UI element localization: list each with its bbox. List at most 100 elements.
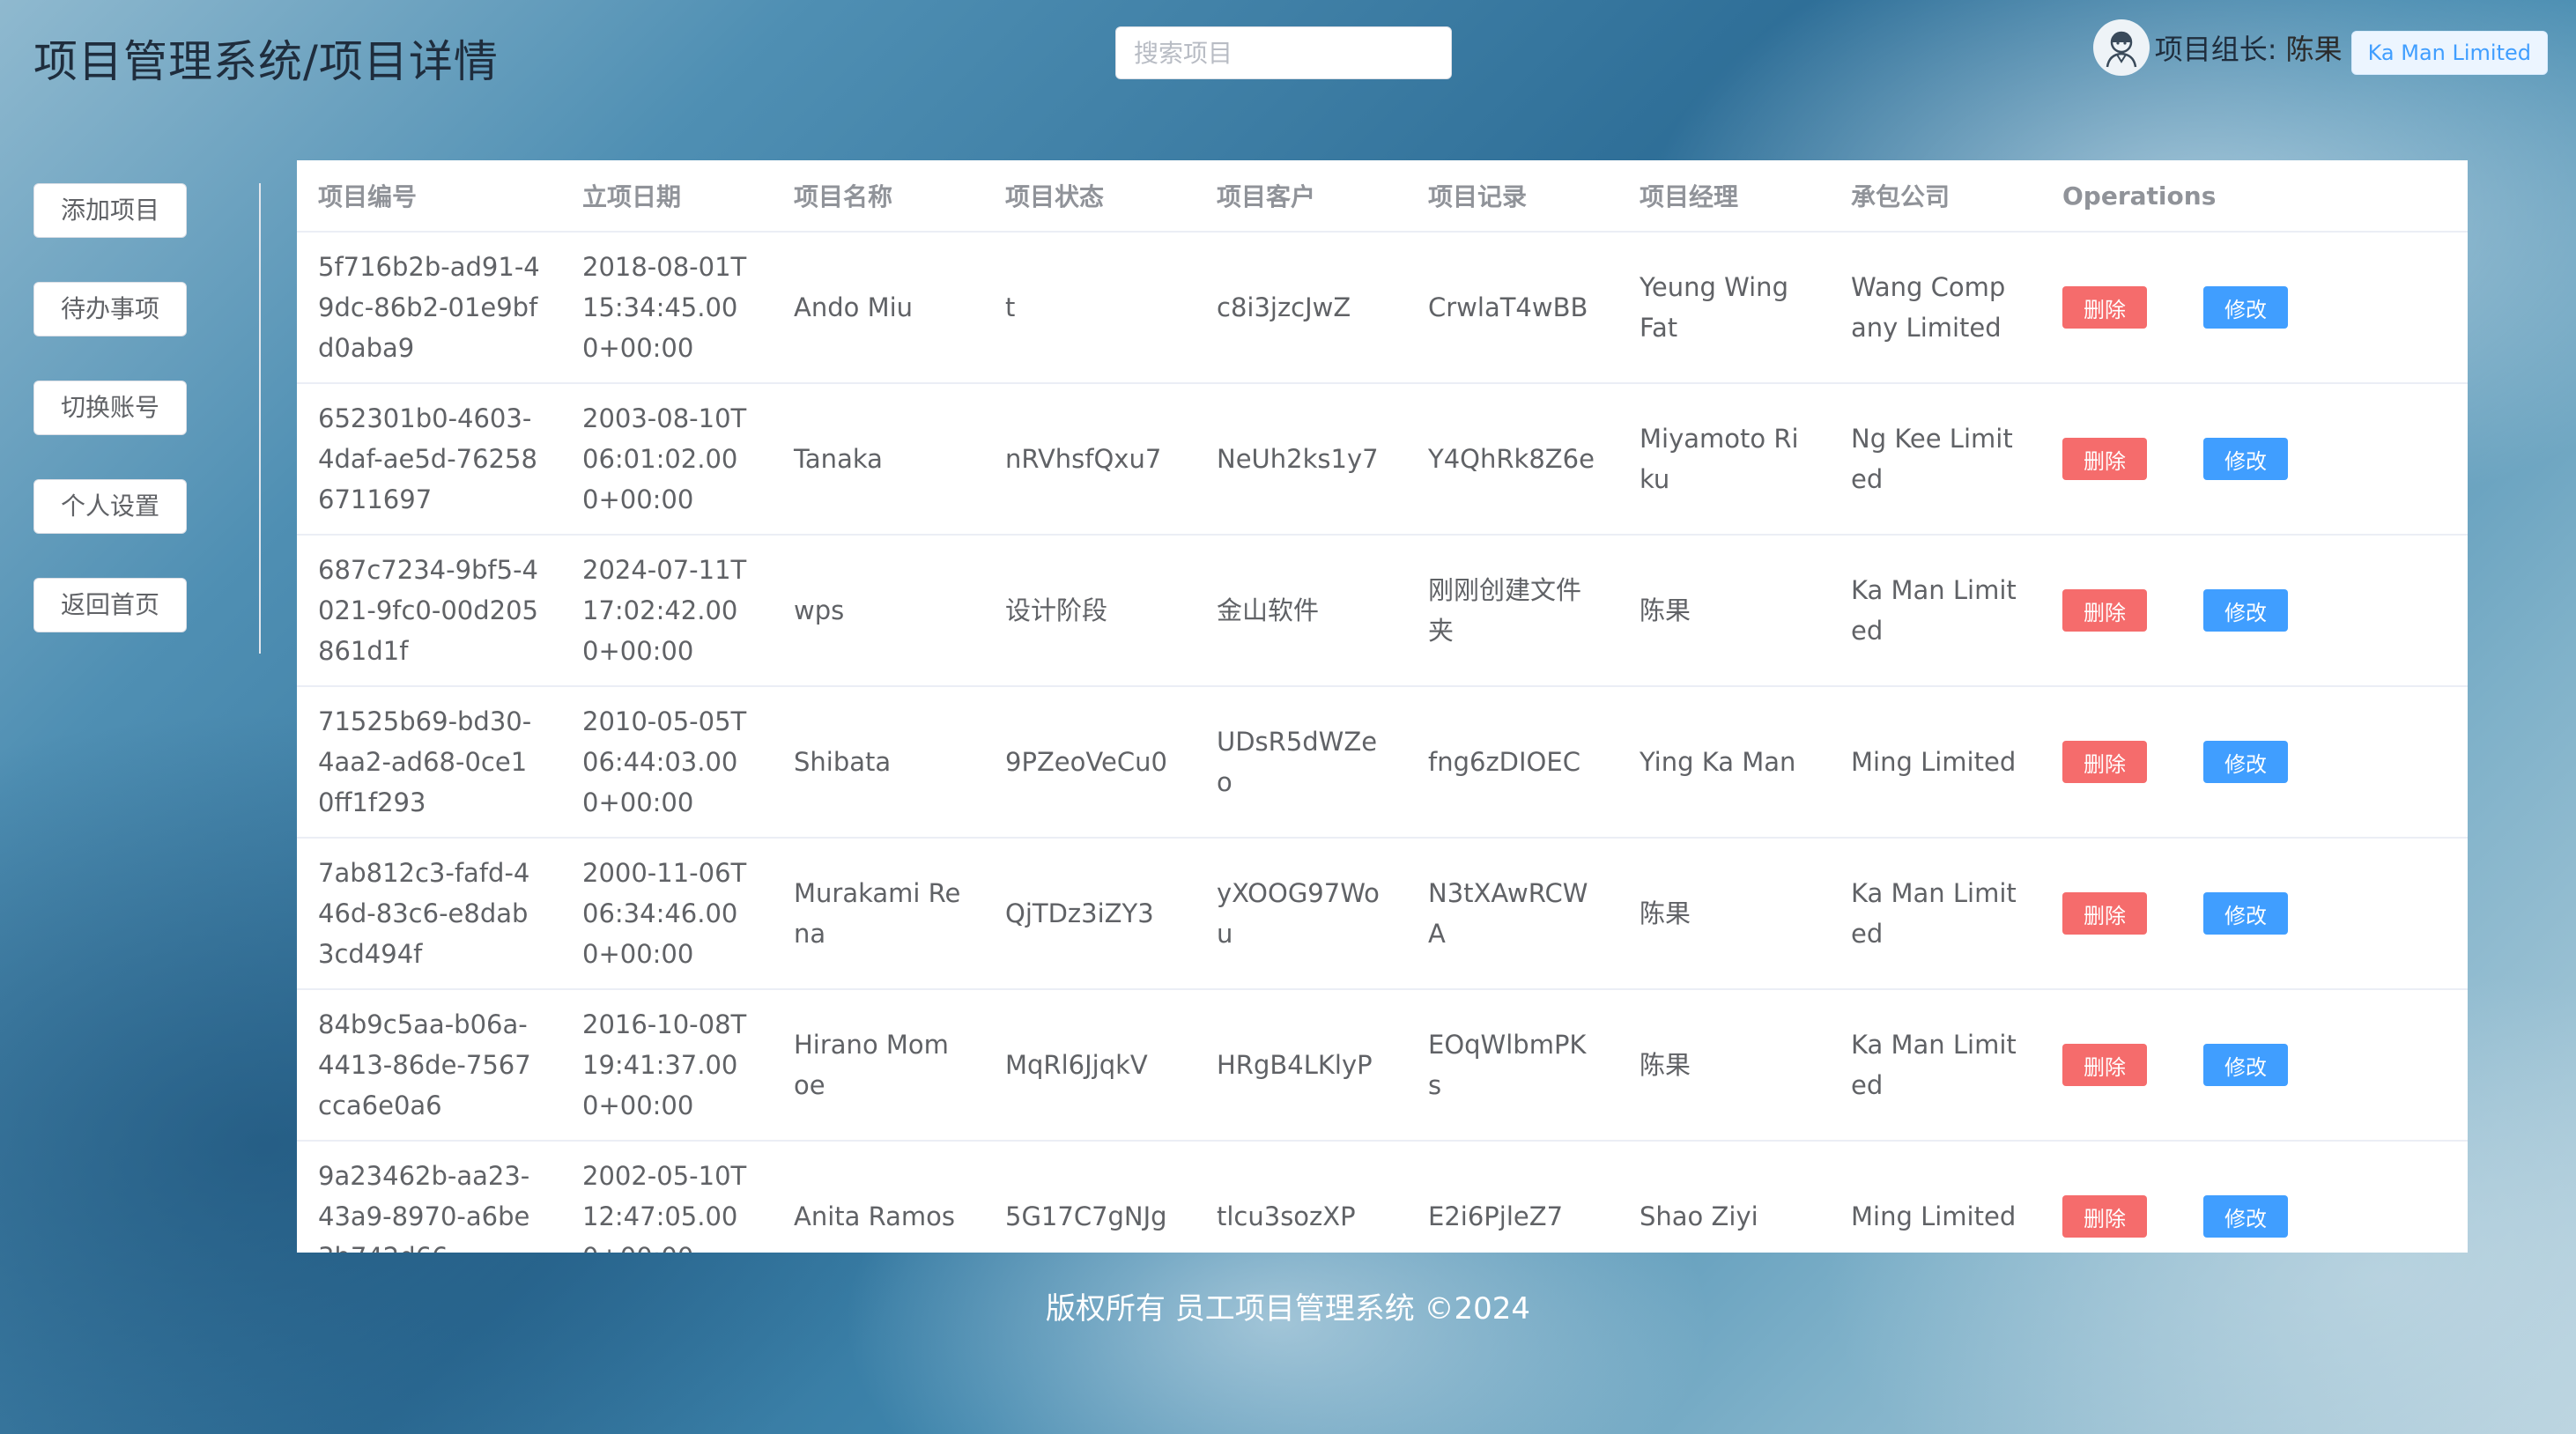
- cell-manager: 陈果: [1618, 838, 1830, 990]
- column-header-status: 项目状态: [984, 160, 1195, 233]
- cell-name: Ando Miu: [773, 232, 984, 384]
- cell-company: Ka Man Limited: [1830, 989, 2041, 1142]
- table-row: 71525b69-bd30-4aa2-ad68-0ce10ff1f293 201…: [297, 686, 2468, 839]
- edit-button[interactable]: 修改: [2203, 1044, 2288, 1086]
- cell-client: HRgB4LKlyP: [1195, 989, 1407, 1142]
- leader-name: 陈果: [2285, 33, 2343, 66]
- cell-operations: 删除 修改: [2041, 535, 2468, 687]
- cell-client: c8i3jzcJwZ: [1195, 232, 1407, 384]
- cell-record: Y4QhRk8Z6e: [1407, 383, 1618, 536]
- cell-status: 9PZeoVeCu0: [984, 686, 1195, 839]
- table-row: 652301b0-4603-4daf-ae5d-762586711697 200…: [297, 383, 2468, 536]
- column-header-manager: 项目经理: [1618, 160, 1830, 233]
- delete-button[interactable]: 删除: [2062, 286, 2147, 329]
- back-home-button[interactable]: 返回首页: [33, 578, 187, 632]
- cell-name: Tanaka: [773, 383, 984, 536]
- column-header-date: 立项日期: [561, 160, 773, 233]
- edit-button[interactable]: 修改: [2203, 741, 2288, 783]
- cell-company: Ka Man Limited: [1830, 838, 2041, 990]
- delete-button[interactable]: 删除: [2062, 1195, 2147, 1238]
- cell-client: UDsR5dWZeo: [1195, 686, 1407, 839]
- table-row: 687c7234-9bf5-4021-9fc0-00d205861d1f 202…: [297, 535, 2468, 687]
- table-header-row: 项目编号 立项日期 项目名称 项目状态 项目客户 项目记录 项目经理 承包公司 …: [297, 160, 2468, 233]
- edit-button[interactable]: 修改: [2203, 589, 2288, 632]
- cell-operations: 删除 修改: [2041, 989, 2468, 1142]
- column-header-name: 项目名称: [773, 160, 984, 233]
- column-header-record: 项目记录: [1407, 160, 1618, 233]
- switch-account-button[interactable]: 切换账号: [33, 381, 187, 435]
- cell-client: tlcu3sozXP: [1195, 1141, 1407, 1253]
- cell-date: 2018-08-01T15:34:45.000+00:00: [561, 232, 773, 384]
- edit-button[interactable]: 修改: [2203, 892, 2288, 935]
- edit-button[interactable]: 修改: [2203, 438, 2288, 480]
- cell-client: 金山软件: [1195, 535, 1407, 687]
- table-row: 9a23462b-aa23-43a9-8970-a6be3b742d66 200…: [297, 1141, 2468, 1253]
- sidebar: 添加项目 待办事项 切换账号 个人设置 返回首页: [33, 183, 261, 654]
- cell-manager: Ying Ka Man: [1618, 686, 1830, 839]
- delete-button[interactable]: 删除: [2062, 741, 2147, 783]
- cell-operations: 删除 修改: [2041, 838, 2468, 990]
- cell-record: fng6zDIOEC: [1407, 686, 1618, 839]
- cell-date: 2003-08-10T06:01:02.000+00:00: [561, 383, 773, 536]
- cell-status: QjTDz3iZY3: [984, 838, 1195, 990]
- user-area: 项目组长: 陈果 Ka Man Limited: [2092, 19, 2548, 76]
- cell-name: wps: [773, 535, 984, 687]
- cell-id: 5f716b2b-ad91-49dc-86b2-01e9bfd0aba9: [297, 232, 561, 384]
- column-header-company: 承包公司: [1830, 160, 2041, 233]
- table-row: 5f716b2b-ad91-49dc-86b2-01e9bfd0aba9 201…: [297, 232, 2468, 384]
- leader-label: 项目组长:: [2154, 33, 2277, 66]
- cell-manager: Yeung Wing Fat: [1618, 232, 1830, 384]
- cell-record: EOqWlbmPKs: [1407, 989, 1618, 1142]
- project-table: 项目编号 立项日期 项目名称 项目状态 项目客户 项目记录 项目经理 承包公司 …: [297, 160, 2468, 1253]
- cell-date: 2010-05-05T06:44:03.000+00:00: [561, 686, 773, 839]
- cell-client: NeUh2ks1y7: [1195, 383, 1407, 536]
- cell-company: Ka Man Limited: [1830, 535, 2041, 687]
- cell-date: 2024-07-11T17:02:42.000+00:00: [561, 535, 773, 687]
- edit-button[interactable]: 修改: [2203, 286, 2288, 329]
- column-header-operations: Operations: [2041, 160, 2468, 233]
- cell-record: N3tXAwRCWA: [1407, 838, 1618, 990]
- cell-company: Ng Kee Limited: [1830, 383, 2041, 536]
- cell-name: Hirano Momoe: [773, 989, 984, 1142]
- delete-button[interactable]: 删除: [2062, 1044, 2147, 1086]
- cell-manager: 陈果: [1618, 535, 1830, 687]
- column-header-client: 项目客户: [1195, 160, 1407, 233]
- cell-company: Wang Company Limited: [1830, 232, 2041, 384]
- delete-button[interactable]: 删除: [2062, 589, 2147, 632]
- todo-button[interactable]: 待办事项: [33, 282, 187, 336]
- cell-client: yXOOG97Wou: [1195, 838, 1407, 990]
- cell-status: t: [984, 232, 1195, 384]
- cell-company: Ming Limited: [1830, 686, 2041, 839]
- cell-name: Anita Ramos: [773, 1141, 984, 1253]
- cell-date: 2000-11-06T06:34:46.000+00:00: [561, 838, 773, 990]
- personal-settings-button[interactable]: 个人设置: [33, 479, 187, 534]
- cell-status: nRVhsfQxu7: [984, 383, 1195, 536]
- delete-button[interactable]: 删除: [2062, 438, 2147, 480]
- column-header-id: 项目编号: [297, 160, 561, 233]
- cell-manager: 陈果: [1618, 989, 1830, 1142]
- project-table-container: 项目编号 立项日期 项目名称 项目状态 项目客户 项目记录 项目经理 承包公司 …: [297, 160, 2468, 1253]
- avatar[interactable]: [2092, 19, 2150, 76]
- cell-operations: 删除 修改: [2041, 686, 2468, 839]
- search-input[interactable]: [1115, 26, 1452, 79]
- cell-operations: 删除 修改: [2041, 383, 2468, 536]
- cell-id: 7ab812c3-fafd-446d-83c6-e8dab3cd494f: [297, 838, 561, 990]
- delete-button[interactable]: 删除: [2062, 892, 2147, 935]
- edit-button[interactable]: 修改: [2203, 1195, 2288, 1238]
- cell-id: 84b9c5aa-b06a-4413-86de-7567cca6e0a6: [297, 989, 561, 1142]
- cell-name: Murakami Rena: [773, 838, 984, 990]
- user-avatar-icon: [2106, 31, 2137, 68]
- cell-date: 2016-10-08T19:41:37.000+00:00: [561, 989, 773, 1142]
- cell-operations: 删除 修改: [2041, 1141, 2468, 1253]
- cell-record: CrwlaT4wBB: [1407, 232, 1618, 384]
- cell-manager: Miyamoto Riku: [1618, 383, 1830, 536]
- cell-id: 71525b69-bd30-4aa2-ad68-0ce10ff1f293: [297, 686, 561, 839]
- cell-manager: Shao Ziyi: [1618, 1141, 1830, 1253]
- table-row: 7ab812c3-fafd-446d-83c6-e8dab3cd494f 200…: [297, 838, 2468, 990]
- cell-company: Ming Limited: [1830, 1141, 2041, 1253]
- footer-copyright: 版权所有 员工项目管理系统 ©2024: [1045, 1291, 1531, 1327]
- cell-id: 652301b0-4603-4daf-ae5d-762586711697: [297, 383, 561, 536]
- add-project-button[interactable]: 添加项目: [33, 183, 187, 238]
- page-title: 项目管理系统/项目详情: [33, 36, 499, 87]
- cell-status: 5G17C7gNJg: [984, 1141, 1195, 1253]
